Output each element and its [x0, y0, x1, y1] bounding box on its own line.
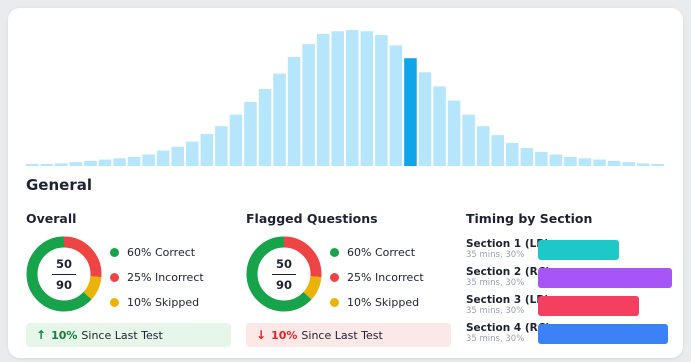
overall-numerator: 50 [55, 256, 72, 271]
histogram-bar [331, 31, 344, 166]
histogram-bar [98, 159, 112, 166]
correct-dot-icon [110, 248, 119, 257]
histogram-bar [69, 162, 83, 166]
histogram-bar [447, 100, 461, 166]
histogram-bar [171, 146, 184, 166]
histogram-bar [375, 35, 388, 166]
flagged-fraction: 50 90 [246, 236, 322, 312]
histogram-bar [127, 157, 141, 166]
flagged-change-value: 10% [271, 328, 298, 342]
flagged-title: Flagged Questions [246, 211, 378, 226]
score-distribution-card: General Overall 50 90 60% Correct 25% In… [8, 8, 683, 358]
histogram-bar [200, 133, 214, 166]
histogram-bar [258, 89, 272, 166]
legend-item-skipped: 10% Skipped [330, 290, 424, 315]
legend-item-skipped: 10% Skipped [110, 290, 204, 315]
histogram-bar [636, 163, 650, 166]
legend-item-incorrect: 25% Incorrect [330, 265, 424, 290]
fraction-divider [272, 273, 296, 275]
legend-label: 60% Correct [127, 246, 196, 259]
histogram-bar [215, 126, 228, 166]
timing-row-section-1: Section 1 (LR) 35 mins, 30% [466, 238, 549, 261]
histogram-bar [156, 150, 170, 166]
histogram-bar [142, 154, 155, 166]
incorrect-dot-icon [110, 273, 119, 282]
legend-label: 60% Correct [347, 246, 416, 259]
histogram-bar [55, 163, 68, 166]
flagged-change-badge: ↓ 10% Since Last Test [246, 323, 451, 347]
flagged-legend: 60% Correct 25% Incorrect 10% Skipped [330, 240, 424, 315]
legend-label: 25% Incorrect [127, 271, 204, 284]
histogram-bar [491, 135, 504, 166]
histogram-bar [302, 44, 315, 166]
timing-bar-section-1 [538, 240, 619, 260]
legend-label: 10% Skipped [127, 296, 200, 309]
correct-dot-icon [330, 248, 339, 257]
overall-fraction: 50 90 [26, 236, 102, 312]
timing-title: Timing by Section [466, 211, 593, 226]
general-heading: General [26, 176, 92, 194]
flagged-denominator: 90 [275, 277, 292, 292]
histogram-bar [593, 159, 606, 166]
legend-label: 10% Skipped [347, 296, 420, 309]
overall-legend: 60% Correct 25% Incorrect 10% Skipped [110, 240, 204, 315]
histogram-bar [651, 164, 664, 166]
overall-denominator: 90 [55, 277, 72, 292]
overall-change-value: 10% [51, 328, 78, 342]
histogram-bar [229, 114, 243, 166]
histogram-bar [549, 154, 563, 166]
histogram-bar [346, 30, 359, 166]
arrow-up-icon: ↑ [36, 328, 47, 342]
histogram-bar [578, 158, 592, 166]
section-name: Section 1 (LR) [466, 238, 550, 250]
histogram-bar [418, 72, 432, 166]
histogram-bar [360, 31, 374, 166]
section-meta: 35 mins, 30% [466, 306, 525, 316]
histogram-bar [186, 141, 199, 166]
histogram-bar [462, 114, 475, 166]
histogram-bar [316, 33, 330, 166]
overall-donut: 50 90 [26, 236, 102, 312]
histogram-bar [564, 157, 577, 166]
overall-change-badge: ↑ 10% Since Last Test [26, 323, 231, 347]
histogram-bar [622, 162, 635, 166]
histogram-bar [389, 45, 403, 166]
histogram-bar [113, 158, 126, 166]
timing-bar-section-2 [538, 268, 672, 288]
legend-label: 25% Incorrect [347, 271, 424, 284]
skipped-dot-icon [110, 298, 119, 307]
histogram-bar [535, 151, 548, 166]
section-meta: 35 mins, 30% [466, 250, 525, 260]
histogram-bar [433, 86, 446, 166]
fraction-divider [52, 273, 76, 275]
score-histogram [26, 30, 664, 167]
histogram-bar [84, 160, 97, 166]
flagged-numerator: 50 [275, 256, 292, 271]
histogram-bar [40, 164, 54, 166]
incorrect-dot-icon [330, 273, 339, 282]
histogram-bar-current [404, 58, 417, 167]
histogram-bar [26, 164, 39, 166]
histogram-bar [244, 101, 257, 166]
flagged-donut: 50 90 [246, 236, 322, 312]
histogram-bar [506, 142, 519, 166]
legend-item-correct: 60% Correct [330, 240, 424, 265]
histogram-bar [476, 126, 490, 166]
histogram-bar [287, 56, 301, 166]
overall-change-text: Since Last Test [81, 328, 163, 342]
histogram-bar [273, 73, 286, 166]
histogram-bar [607, 160, 621, 166]
skipped-dot-icon [330, 298, 339, 307]
legend-item-correct: 60% Correct [110, 240, 204, 265]
overall-title: Overall [26, 211, 77, 226]
arrow-down-icon: ↓ [256, 328, 267, 342]
section-name: Section 3 (LR) [466, 294, 550, 306]
timing-row-section-3: Section 3 (LR) 35 mins, 30% [466, 294, 549, 317]
timing-bar-section-3 [538, 296, 639, 316]
timing-bar-section-4 [538, 324, 668, 344]
histogram-bar [520, 148, 534, 166]
legend-item-incorrect: 25% Incorrect [110, 265, 204, 290]
flagged-change-text: Since Last Test [301, 328, 383, 342]
